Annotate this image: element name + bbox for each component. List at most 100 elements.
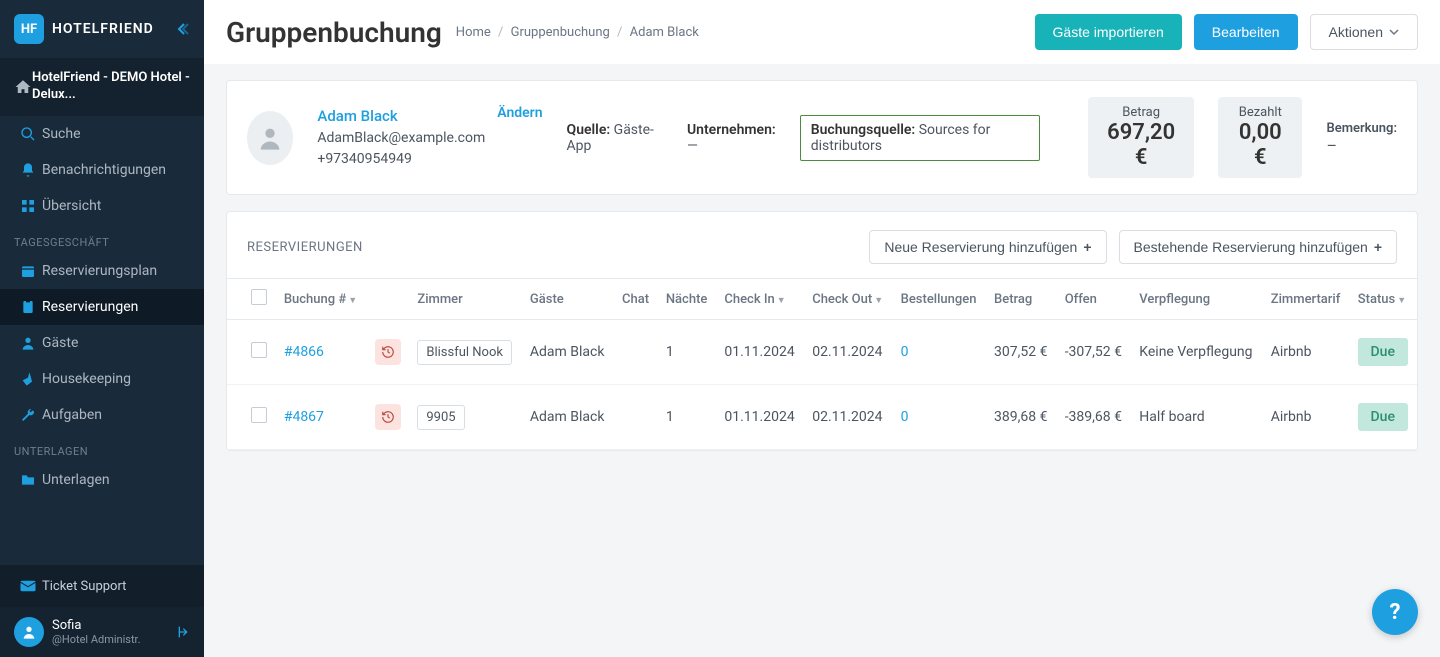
- col-checkout[interactable]: Check Out▼: [804, 279, 892, 320]
- row-checkbox[interactable]: [251, 407, 267, 423]
- nav-label: Reservierungsplan: [42, 263, 157, 279]
- change-guest-link[interactable]: Ändern: [497, 105, 542, 121]
- nav-notifications[interactable]: Benachrichtigungen: [0, 152, 204, 188]
- col-booking[interactable]: Buchung #▼: [276, 279, 367, 320]
- col-checkin[interactable]: Check In▼: [716, 279, 804, 320]
- breadcrumb-mid[interactable]: Gruppenbuchung: [511, 25, 610, 40]
- nav-label: Housekeeping: [42, 371, 131, 387]
- reservations-panel: RESERVIERUNGEN Neue Reservierung hinzufü…: [226, 211, 1418, 451]
- booking-link[interactable]: #4866: [284, 344, 324, 360]
- breadcrumb: Home / Gruppenbuchung / Adam Black: [456, 25, 699, 40]
- status-badge: Due: [1358, 338, 1408, 366]
- nav-label: Benachrichtigungen: [42, 162, 166, 178]
- col-status[interactable]: Status▼: [1350, 279, 1417, 320]
- guest-phone: +97340954949: [317, 149, 485, 170]
- col-room[interactable]: Zimmer: [409, 279, 522, 320]
- company-meta: Unternehmen: —: [687, 122, 776, 154]
- col-guests[interactable]: Gäste: [522, 279, 614, 320]
- checkin-cell: 01.11.2024: [716, 385, 804, 450]
- breadcrumb-home[interactable]: Home: [456, 25, 491, 40]
- collapse-sidebar-icon[interactable]: [174, 21, 190, 37]
- nav-section-docs: UNTERLAGEN: [0, 433, 204, 462]
- chevron-down-icon: [1389, 27, 1399, 37]
- guest-avatar-icon: [247, 111, 293, 165]
- open-cell: -307,52 €: [1057, 320, 1132, 385]
- checkout-cell: 02.11.2024: [804, 320, 892, 385]
- guest-cell: Adam Black: [522, 385, 614, 450]
- main: Gruppenbuchung Home / Gruppenbuchung / A…: [204, 0, 1440, 657]
- folder-icon: [14, 472, 42, 488]
- open-cell: -389,68 €: [1057, 385, 1132, 450]
- wrench-icon: [14, 407, 42, 423]
- col-rate[interactable]: Zimmertarif: [1263, 279, 1350, 320]
- import-guests-button[interactable]: Gäste importieren: [1035, 14, 1182, 50]
- plus-icon: +: [1374, 239, 1382, 255]
- envelope-icon: [14, 577, 42, 595]
- nav-housekeeping[interactable]: Housekeeping: [0, 361, 204, 397]
- orders-link[interactable]: 0: [901, 344, 909, 360]
- logout-icon[interactable]: [174, 624, 190, 640]
- brand-logo-icon: HF: [14, 14, 44, 44]
- booking-link[interactable]: #4867: [284, 409, 324, 425]
- clipboard-icon: [14, 299, 42, 315]
- reservations-table: Buchung #▼ Zimmer Gäste Chat Nächte Chec…: [227, 278, 1417, 450]
- search-icon: [14, 126, 42, 142]
- meal-cell: Half board: [1131, 385, 1263, 450]
- hotel-selector[interactable]: HotelFriend - DEMO Hotel - Delux...: [0, 58, 204, 116]
- checkout-cell: 02.11.2024: [804, 385, 892, 450]
- nights-cell: 1: [658, 385, 717, 450]
- add-existing-reservation-button[interactable]: Bestehende Reservierung hinzufügen +: [1119, 230, 1397, 264]
- col-chat[interactable]: Chat: [614, 279, 658, 320]
- sidebar: HF HOTELFRIEND HotelFriend - DEMO Hotel …: [0, 0, 204, 657]
- history-icon[interactable]: [375, 339, 401, 365]
- nav-search[interactable]: Suche: [0, 116, 204, 152]
- user-icon: [14, 335, 42, 351]
- source-meta: Quelle: Gäste-App: [567, 122, 663, 154]
- orders-link[interactable]: 0: [901, 409, 909, 425]
- guest-name[interactable]: Adam Black: [317, 105, 485, 128]
- help-fab[interactable]: ?: [1372, 589, 1418, 635]
- nav-guests[interactable]: Gäste: [0, 325, 204, 361]
- col-orders[interactable]: Bestellungen: [893, 279, 986, 320]
- row-checkbox[interactable]: [251, 342, 267, 358]
- reservations-title: RESERVIERUNGEN: [247, 240, 363, 255]
- room-tag[interactable]: Blissful Nook: [417, 340, 512, 365]
- user-avatar-icon: [14, 617, 44, 647]
- table-row: #4867 9905 Adam Black 1 01.11.2024 02.11…: [227, 385, 1417, 450]
- room-tag[interactable]: 9905: [417, 405, 464, 430]
- actions-menu-button[interactable]: Aktionen: [1310, 14, 1418, 50]
- guest-email: AdamBlack@example.com: [317, 128, 485, 149]
- nav-ticket-support[interactable]: Ticket Support: [0, 565, 204, 607]
- guest-cell: Adam Black: [522, 320, 614, 385]
- nav-documents[interactable]: Unterlagen: [0, 462, 204, 498]
- rate-cell: Airbnb: [1263, 385, 1350, 450]
- status-badge: Due: [1358, 403, 1408, 431]
- edit-button[interactable]: Bearbeiten: [1194, 14, 1298, 50]
- add-new-reservation-button[interactable]: Neue Reservierung hinzufügen +: [869, 230, 1106, 264]
- rate-cell: Airbnb: [1263, 320, 1350, 385]
- col-open[interactable]: Offen: [1057, 279, 1132, 320]
- nav-label: Gäste: [42, 335, 78, 351]
- nav-label: Reservierungen: [42, 299, 138, 315]
- nav-overview[interactable]: Übersicht: [0, 188, 204, 224]
- table-row: #4866 Blissful Nook Adam Black 1 01.11.2…: [227, 320, 1417, 385]
- col-meal[interactable]: Verpflegung: [1131, 279, 1263, 320]
- actions-menu-label: Aktionen: [1329, 24, 1383, 40]
- nav-tasks[interactable]: Aufgaben: [0, 397, 204, 433]
- col-nights[interactable]: Nächte: [658, 279, 717, 320]
- hotel-name: HotelFriend - DEMO Hotel - Delux...: [32, 70, 190, 104]
- meal-cell: Keine Verpflegung: [1131, 320, 1263, 385]
- paid-box: Bezahlt 0,00 €: [1218, 97, 1302, 178]
- nav-label: Ticket Support: [42, 579, 126, 594]
- nav-reservations[interactable]: Reservierungen: [0, 289, 204, 325]
- dashboard-icon: [14, 198, 42, 214]
- nav-reservation-plan[interactable]: Reservierungsplan: [0, 253, 204, 289]
- amount-cell: 307,52 €: [986, 320, 1057, 385]
- page-title: Gruppenbuchung: [226, 16, 442, 49]
- select-all-checkbox[interactable]: [251, 289, 267, 305]
- col-amount[interactable]: Betrag: [986, 279, 1057, 320]
- history-icon[interactable]: [375, 404, 401, 430]
- home-icon: [14, 78, 32, 96]
- user-footer: Sofia @Hotel Administr.: [0, 607, 204, 657]
- checkin-cell: 01.11.2024: [716, 320, 804, 385]
